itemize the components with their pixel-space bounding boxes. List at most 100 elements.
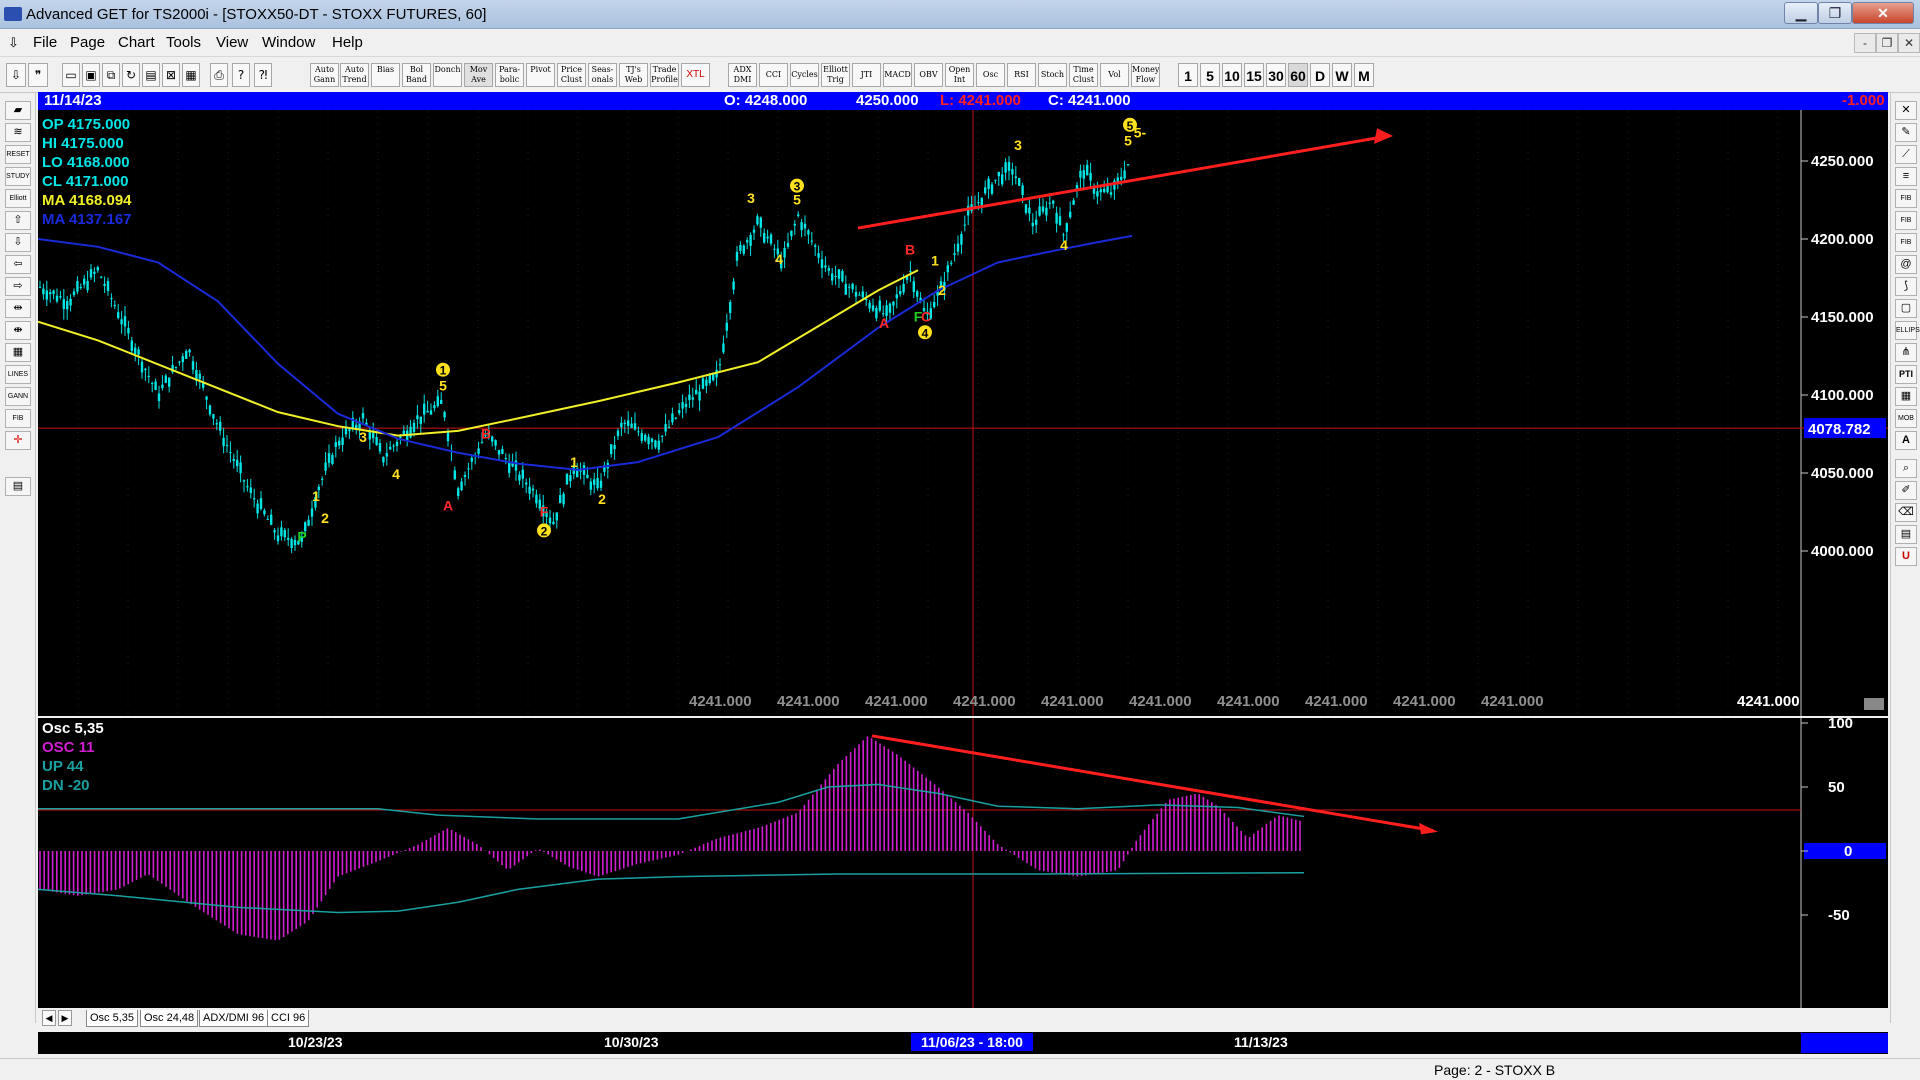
ellipse-button[interactable]: ELLIPS — [1895, 321, 1920, 340]
arrow-right-icon[interactable]: ⇨ — [5, 277, 31, 296]
help-icon[interactable]: ? — [232, 63, 250, 87]
seasonals-button[interactable]: Seas- onals — [588, 63, 617, 87]
document-icon[interactable]: ⇩ — [8, 35, 19, 51]
money-flow-button[interactable]: Money Flow — [1131, 63, 1160, 87]
interval-15-button[interactable]: 15 — [1244, 63, 1264, 87]
minimize-button[interactable]: ▁ — [1784, 2, 1818, 24]
obv-button[interactable]: OBV — [914, 63, 943, 87]
close-chart-icon[interactable]: ⊠ — [162, 63, 180, 87]
mov-ave-button[interactable]: Mov Ave — [464, 63, 493, 87]
expand-icon[interactable]: ⇹ — [5, 299, 31, 318]
cursor-cross-icon[interactable]: ✕ — [1895, 101, 1917, 120]
interval-60-button[interactable]: 60 — [1288, 63, 1308, 87]
pencil-icon[interactable]: ✎ — [1895, 123, 1917, 142]
tab-osc-24-48[interactable]: Osc 24,48 — [140, 1010, 199, 1027]
auto-gann-button[interactable]: Auto Gann — [310, 63, 339, 87]
menu-file[interactable]: File — [33, 34, 57, 51]
mdi-minimize-button[interactable]: - — [1854, 33, 1876, 53]
crosshair-icon[interactable]: ✛ — [5, 431, 31, 450]
xtl-button[interactable]: XTL — [681, 63, 710, 87]
print-icon[interactable]: ⎙ — [210, 63, 228, 87]
folder-icon[interactable]: ▰ — [5, 101, 31, 120]
study-button[interactable]: STUDY — [5, 167, 31, 186]
interval-m-button[interactable]: M — [1354, 63, 1374, 87]
interval-10-button[interactable]: 10 — [1222, 63, 1242, 87]
menu-window[interactable]: Window — [262, 34, 315, 51]
interval-d-button[interactable]: D — [1310, 63, 1330, 87]
tab-adx-dmi-96[interactable]: ADX/DMI 96 — [199, 1010, 269, 1027]
menu-page[interactable]: Page — [70, 34, 105, 51]
eraser-icon[interactable]: ⌫ — [1895, 503, 1917, 522]
menu-help[interactable]: Help — [332, 34, 363, 51]
bias-button[interactable]: Bias — [371, 63, 400, 87]
adx-dmi-button[interactable]: ADX DMI — [728, 63, 757, 87]
jti-button[interactable]: JTI — [852, 63, 881, 87]
quote-icon[interactable]: ❞ — [28, 63, 48, 87]
stoch-button[interactable]: Stoch — [1038, 63, 1067, 87]
pin-icon[interactable]: ⇩ — [6, 63, 26, 87]
pitchfork-icon[interactable]: ⋔ — [1895, 343, 1917, 362]
elliott-button[interactable]: Elliott — [5, 189, 31, 208]
open-int-button[interactable]: Open Int — [945, 63, 974, 87]
undo-button[interactable]: U — [1895, 547, 1917, 566]
fib-ret-button[interactable]: FIB RET — [1895, 189, 1917, 219]
tab-osc-5-35[interactable]: Osc 5,35 — [86, 1010, 139, 1027]
context-help-icon[interactable]: ⁈ — [254, 63, 272, 87]
tab-scroll-left-icon[interactable]: ◀ — [42, 1010, 56, 1026]
parallel-lines-icon[interactable]: ≡ — [1895, 167, 1917, 186]
arrow-left-icon[interactable]: ⇦ — [5, 255, 31, 274]
restore-button[interactable]: ❐ — [1818, 2, 1852, 24]
zoom-icon[interactable]: ⌕ — [1895, 459, 1917, 478]
grid-tool-icon[interactable]: ▦ — [5, 343, 31, 362]
fib-time-button[interactable]: FIB TIME — [1895, 233, 1917, 263]
paint-icon[interactable]: ✐ — [1895, 481, 1917, 500]
osc-button[interactable]: Osc — [976, 63, 1005, 87]
list-icon[interactable]: ▤ — [1895, 525, 1917, 544]
lines-button[interactable]: LINES — [5, 365, 31, 384]
grid-box-icon[interactable]: ▦ — [1895, 387, 1917, 406]
fib-ext-button[interactable]: FIB EXT — [1895, 211, 1917, 241]
refresh-icon[interactable]: ↻ — [122, 63, 140, 87]
fib-button[interactable]: FIB — [5, 409, 31, 428]
interval-w-button[interactable]: W — [1332, 63, 1352, 87]
mdi-restore-button[interactable]: ❐ — [1876, 33, 1898, 53]
arrow-down-icon[interactable]: ⇩ — [5, 233, 31, 252]
parabolic-button[interactable]: Para- bolic — [495, 63, 524, 87]
tab-scroll-right-icon[interactable]: ▶ — [58, 1010, 72, 1026]
chart-icon[interactable]: ≋ — [5, 123, 31, 142]
fan-icon[interactable]: ⟆ — [1895, 277, 1917, 296]
interval-1-button[interactable]: 1 — [1178, 63, 1198, 87]
tab-cci-96[interactable]: CCI 96 — [267, 1010, 310, 1027]
interval-5-button[interactable]: 5 — [1200, 63, 1220, 87]
layout-icon[interactable]: ▤ — [142, 63, 160, 87]
reset-button[interactable]: RESET — [5, 145, 31, 164]
price-chart[interactable]: P123415BA12F23354BA12FC4345 5-5 4250.0004… — [38, 110, 1888, 716]
grid-icon[interactable]: ▦ — [182, 63, 200, 87]
menu-chart[interactable]: Chart — [118, 34, 155, 51]
bol-band-button[interactable]: Bol Band — [402, 63, 431, 87]
rsi-button[interactable]: RSI — [1007, 63, 1036, 87]
donch-button[interactable]: Donch — [433, 63, 462, 87]
open-icon[interactable]: ▣ — [82, 63, 100, 87]
time-clust-button[interactable]: Time Clust — [1069, 63, 1098, 87]
vol-button[interactable]: Vol — [1100, 63, 1129, 87]
interval-30-button[interactable]: 30 — [1266, 63, 1286, 87]
text-tool-button[interactable]: A — [1895, 431, 1917, 450]
macd-button[interactable]: MACD — [883, 63, 912, 87]
gann-button[interactable]: GANN — [5, 387, 31, 406]
price-clust-button[interactable]: Price Clust — [557, 63, 586, 87]
elliott-trig-button[interactable]: Elliott Trig — [821, 63, 850, 87]
trade-profile-button[interactable]: Trade Profile — [650, 63, 679, 87]
menu-view[interactable]: View — [216, 34, 248, 51]
channel-icon[interactable]: ▢ — [1895, 299, 1917, 318]
auto-trend-button[interactable]: Auto Trend — [340, 63, 369, 87]
compress-icon[interactable]: ⇼ — [5, 321, 31, 340]
save-icon[interactable]: ▤ — [5, 477, 31, 496]
pti-button[interactable]: PTI — [1895, 365, 1917, 384]
spiral-icon[interactable]: @ — [1895, 255, 1917, 274]
arrow-up-icon[interactable]: ⇧ — [5, 211, 31, 230]
mdi-close-button[interactable]: ✕ — [1898, 33, 1920, 53]
menu-tools[interactable]: Tools — [166, 34, 201, 51]
cycles-button[interactable]: Cycles — [790, 63, 819, 87]
oscillator-chart[interactable]: Osc 5,35 OSC 11 UP 44 DN -20 100 50 0 -50 — [38, 718, 1888, 1008]
